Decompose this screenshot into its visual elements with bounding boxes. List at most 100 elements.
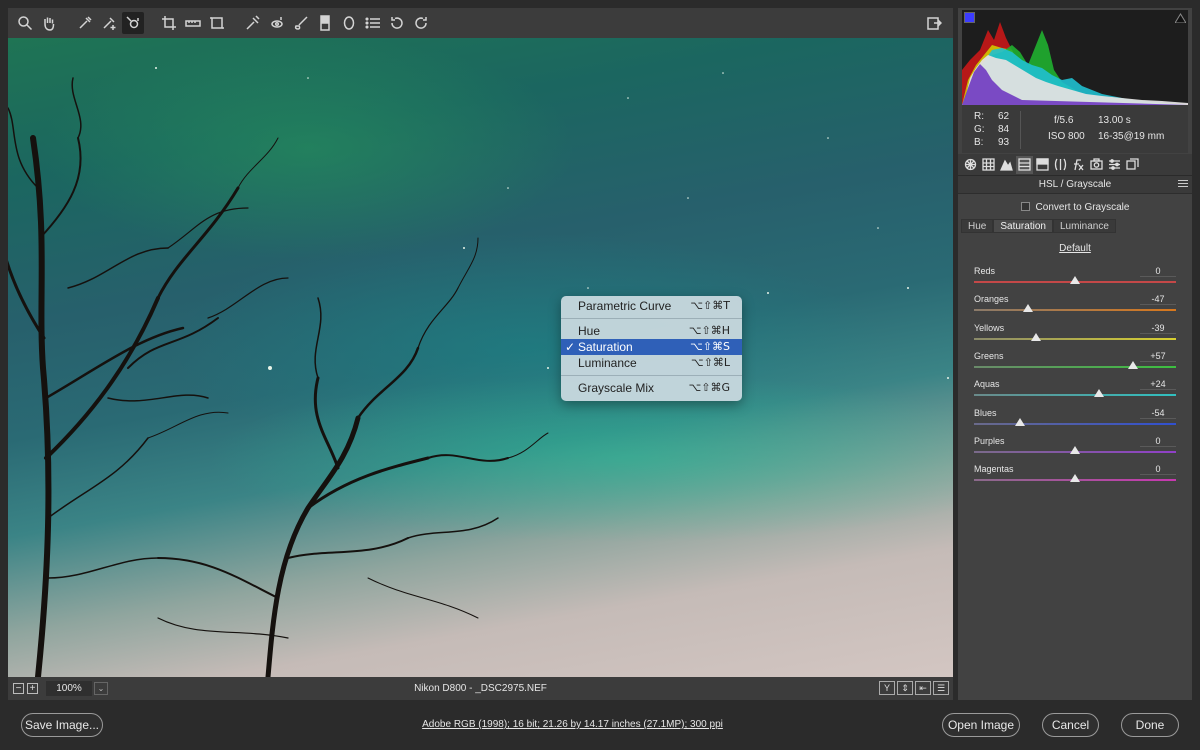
slider-label: Purples [974,435,1005,446]
lens-corrections-icon[interactable] [1052,156,1069,174]
menu-item-grayscale-mix[interactable]: Grayscale Mix ⌥⇧⌘G [561,380,742,396]
export-icon[interactable] [923,12,945,34]
swap-settings-button[interactable]: ⇕ [897,681,913,695]
snapshots-icon[interactable] [1124,156,1141,174]
curve-context-menu: Parametric Curve ⌥⇧⌘T Hue ⌥⇧⌘H ✓ Saturat… [561,296,742,401]
menu-item-label: Saturation [578,340,633,354]
file-name: Nikon D800 - _DSC2975.NEF [414,683,547,694]
tab-hue[interactable]: Hue [961,219,994,233]
targeted-adjustment-icon[interactable] [122,12,144,34]
tree-silhouette [8,67,949,677]
red-eye-icon[interactable] [266,12,288,34]
slider-thumb[interactable] [1030,332,1041,341]
highlight-clipping-icon[interactable] [1174,12,1187,24]
slider-track[interactable] [974,337,1176,340]
slider-value-field[interactable]: 0 [1140,436,1176,447]
view-mode-buttons: Y ⇕ ⇤ ☰ [879,681,949,695]
spot-removal-icon[interactable] [242,12,264,34]
tone-curve-icon[interactable] [980,156,997,174]
hand-icon[interactable] [38,12,60,34]
menu-item-label: Hue [578,324,601,338]
menu-item-luminance[interactable]: Luminance ⌥⇧⌘L [561,355,742,371]
slider-label: Reds [974,266,996,276]
before-after-button[interactable]: Y [879,681,895,695]
open-image-button[interactable]: Open Image [942,713,1020,737]
copy-settings-button[interactable]: ⇤ [915,681,931,695]
slider-label: Aquas [974,379,1000,390]
slider-track[interactable] [974,365,1176,368]
slider-thumb[interactable] [1127,360,1138,369]
hsl-panel-icon[interactable] [1016,155,1033,174]
slider-track[interactable] [974,394,1176,397]
rgb-readout: R: 62 G: 84 B: 93 f/5.6 13.00 s ISO 800 16-… [962,105,1188,153]
bottom-bar: Save Image... Adobe RGB (1998); 16 bit; … [0,700,1200,750]
menu-item-hue[interactable]: Hue ⌥⇧⌘H [561,323,742,339]
red-readout: R: 62 [974,111,1010,122]
transform-icon[interactable] [206,12,228,34]
slider-track[interactable] [974,422,1176,425]
shutter-speed: 13.00 s [1098,115,1131,126]
histogram [962,10,1188,105]
color-sampler-icon[interactable] [98,12,120,34]
slider-greens: Greens +57 [974,351,1176,379]
slider-value-field[interactable]: +57 [1140,351,1176,362]
zoom-in-button[interactable]: + [27,683,38,694]
green-readout: G: 84 [974,124,1010,135]
preferences-icon[interactable] [362,12,384,34]
presets-icon[interactable] [1106,156,1123,174]
zoom-dropdown[interactable]: ⌄ [94,682,108,695]
toggle-settings-button[interactable]: ☰ [933,681,949,695]
image-preview[interactable] [8,38,953,677]
slider-track[interactable] [974,309,1176,312]
preview-status-bar: − + 100% ⌄ Nikon D800 - _DSC2975.NEF Y ⇕… [8,677,953,700]
crop-icon[interactable] [158,12,180,34]
slider-thumb[interactable] [1070,474,1080,483]
adjustment-brush-icon[interactable] [290,12,312,34]
slider-aquas: Aquas +24 [974,379,1176,407]
slider-value-field[interactable]: -39 [1140,323,1176,334]
radial-filter-icon[interactable] [338,12,360,34]
zoom-icon[interactable] [14,12,36,34]
rotate-cw-icon[interactable] [410,12,432,34]
menu-item-label: Parametric Curve [578,299,672,313]
camera-calibration-icon[interactable] [1088,156,1105,174]
zoom-out-button[interactable]: − [13,683,24,694]
menu-item-parametric-curve[interactable]: Parametric Curve ⌥⇧⌘T [561,298,742,314]
slider-label: Blues [974,407,997,418]
slider-thumb[interactable] [1094,389,1105,398]
menu-item-saturation[interactable]: ✓ Saturation ⌥⇧⌘S [561,339,742,355]
shadow-clipping-icon[interactable] [964,12,975,23]
white-balance-icon[interactable] [74,12,96,34]
adjustments-panel: R: 62 G: 84 B: 93 f/5.6 13.00 s ISO 800 16-… [958,8,1192,700]
graduated-filter-icon[interactable] [314,12,336,34]
done-button[interactable]: Done [1121,713,1179,737]
slider-thumb[interactable] [1015,417,1026,426]
cancel-button[interactable]: Cancel [1042,713,1099,737]
slider-thumb[interactable] [1022,304,1033,313]
tab-luminance[interactable]: Luminance [1052,219,1116,233]
slider-blues: Blues -54 [974,408,1176,436]
menu-item-label: Grayscale Mix [578,381,655,395]
panel-menu-icon[interactable] [1178,180,1188,189]
slider-value-field[interactable]: -47 [1140,294,1176,306]
zoom-level[interactable]: 100% [46,681,92,696]
menu-item-shortcut: ⌥⇧⌘T [690,299,730,312]
slider-label: Magentas [974,464,1014,475]
slider-value-field[interactable]: 0 [1140,464,1176,476]
convert-grayscale-checkbox[interactable] [1020,202,1030,211]
menu-item-shortcut: ⌥⇧⌘S [690,340,730,353]
slider-value-field[interactable]: -54 [1140,408,1176,419]
default-link[interactable]: Default [958,243,1192,254]
slider-value-field[interactable]: +24 [1140,379,1176,391]
detail-panel-icon[interactable] [998,156,1015,174]
effects-icon[interactable] [1070,156,1087,174]
tab-saturation[interactable]: Saturation [993,219,1053,233]
slider-thumb[interactable] [1070,276,1080,284]
convert-grayscale-label: Convert to Grayscale [1035,202,1130,213]
basic-panel-icon[interactable] [962,156,979,174]
straighten-icon[interactable] [182,12,204,34]
slider-value-field[interactable]: 0 [1140,266,1176,277]
slider-thumb[interactable] [1070,445,1080,454]
split-toning-icon[interactable] [1034,156,1051,174]
rotate-ccw-icon[interactable] [386,12,408,34]
